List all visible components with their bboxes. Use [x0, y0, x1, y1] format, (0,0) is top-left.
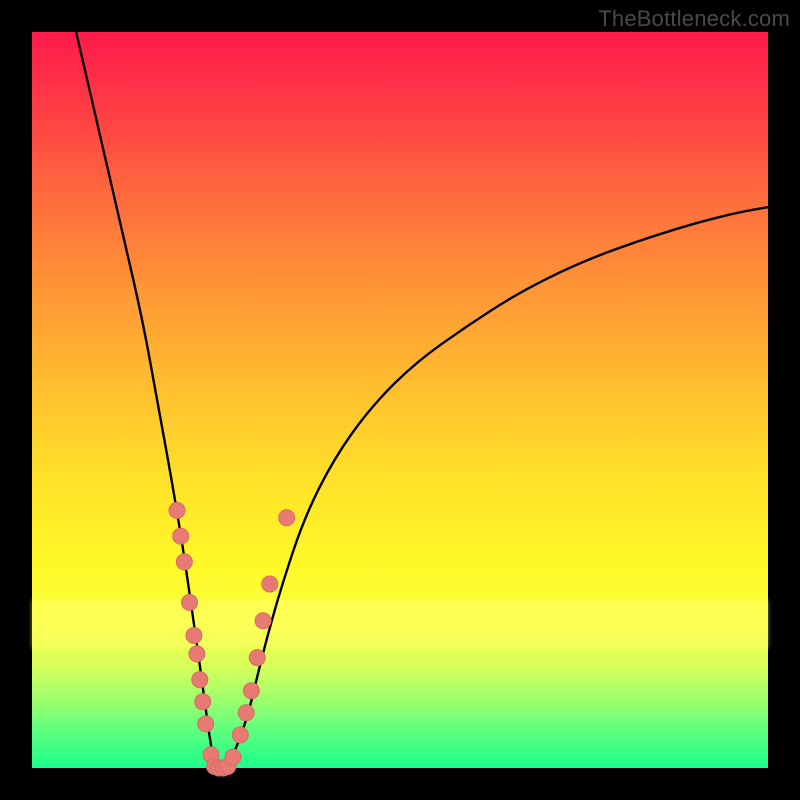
- sample-point: [186, 628, 202, 644]
- sample-point: [232, 727, 248, 743]
- sample-point: [182, 594, 198, 610]
- sample-point: [279, 510, 295, 526]
- sample-point: [198, 716, 214, 732]
- sample-point: [243, 683, 259, 699]
- sample-point: [249, 650, 265, 666]
- sample-markers: [169, 502, 295, 776]
- sample-point: [195, 694, 211, 710]
- sample-point: [169, 502, 185, 518]
- sample-point: [262, 576, 278, 592]
- sample-point: [173, 528, 189, 544]
- curve-layer: [32, 32, 768, 768]
- sample-point: [189, 646, 205, 662]
- sample-point: [192, 672, 208, 688]
- sample-point: [225, 749, 241, 765]
- bottleneck-curve: [76, 32, 768, 768]
- sample-point: [176, 554, 192, 570]
- sample-point: [238, 705, 254, 721]
- chart-root: TheBottleneck.com: [0, 0, 800, 800]
- watermark-text: TheBottleneck.com: [598, 6, 790, 32]
- sample-point: [255, 613, 271, 629]
